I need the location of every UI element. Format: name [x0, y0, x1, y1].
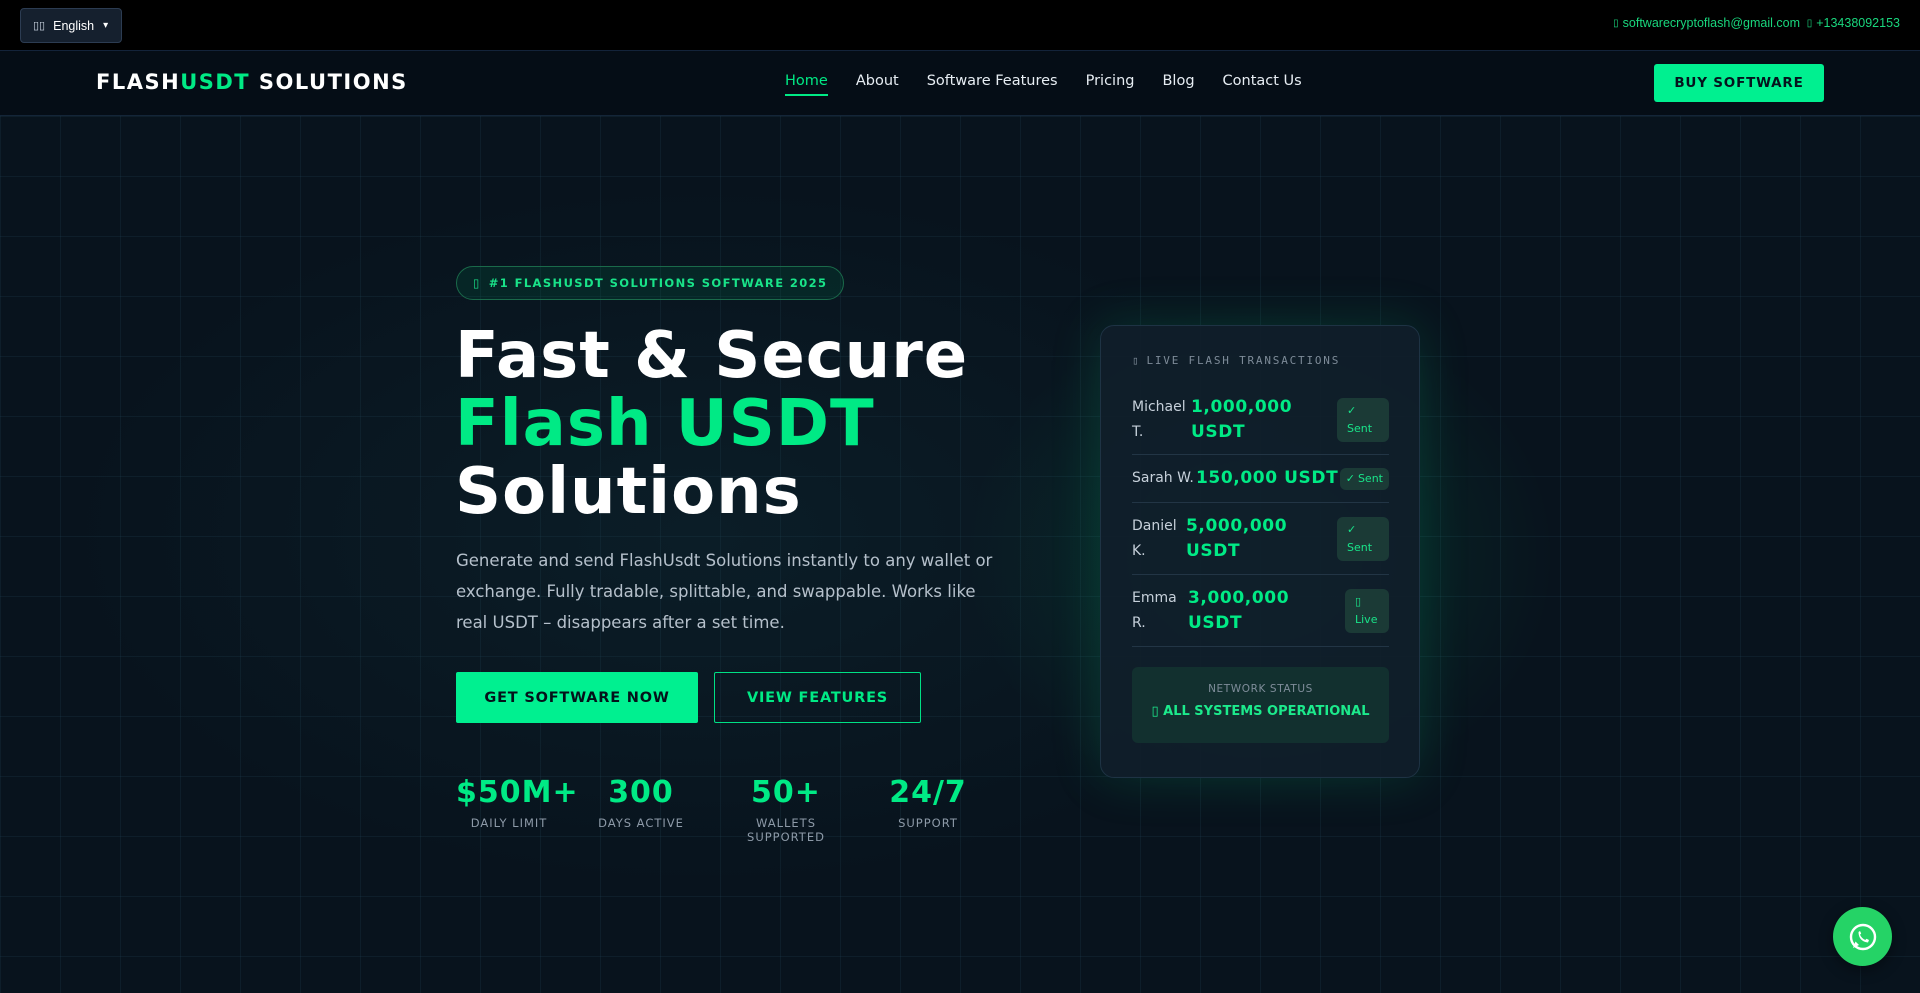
nav-item-software-features[interactable]: Software Features — [927, 73, 1058, 96]
status-text: Sent — [1347, 421, 1373, 435]
status-badge: ▯ Live — [1345, 588, 1389, 633]
stat-value: $50M+ — [456, 775, 579, 810]
phone-text: +13438092153 — [1816, 16, 1900, 30]
check-icon: ✓ — [1345, 471, 1355, 485]
chevron-down-icon: ▾ — [103, 20, 109, 31]
site-logo[interactable]: FLASHUSDT SOLUTIONS — [96, 70, 408, 94]
email-link[interactable]: ▯ softwarecryptoflash@gmail.com — [1613, 16, 1800, 30]
headline-line-2: Flash USDT — [455, 387, 875, 461]
network-status-value: ▯ ALL SYSTEMS OPERATIONAL — [1132, 704, 1389, 719]
stat-value: 300 — [608, 775, 674, 810]
transaction-row: Sarah W. 150,000 USDT ✓ Sent — [1132, 455, 1389, 503]
status-badge: ✓ Sent — [1337, 516, 1389, 561]
stat-label: WALLETS SUPPORTED — [747, 816, 825, 844]
whatsapp-button[interactable] — [1833, 907, 1892, 966]
stat-daily-limit: $50M+ DAILY LIMIT — [456, 775, 579, 830]
clock-icon: ▯ — [1355, 594, 1362, 608]
headline-line-3: Solutions — [455, 455, 802, 529]
status-badge: ✓ Sent — [1337, 397, 1389, 442]
hero-badge: ▯ #1 FLASHUSDT SOLUTIONS SOFTWARE 2025 — [456, 266, 845, 300]
bolt-icon: ▯ — [1132, 354, 1141, 367]
transaction-row: Emma R. 3,000,000 USDT ▯ Live — [1132, 575, 1389, 647]
buy-software-button[interactable]: BUY SOFTWARE — [1654, 64, 1824, 102]
stat-days-active: 300 DAYS ACTIVE — [596, 775, 686, 830]
stat-label: SUPPORT — [898, 816, 958, 830]
stat-value: 24/7 — [889, 775, 967, 810]
tx-amount: 3,000,000 USDT — [1188, 587, 1290, 633]
tx-name: Daniel K. — [1132, 517, 1177, 559]
hero-description: Generate and send FlashUsdt Solutions in… — [456, 551, 993, 632]
stat-wallets-supported: 50+ WALLETS SUPPORTED — [716, 775, 856, 844]
check-icon: ✓ — [1347, 522, 1357, 536]
nav-item-blog[interactable]: Blog — [1162, 73, 1194, 96]
network-status-box: NETWORK STATUS ▯ ALL SYSTEMS OPERATIONAL — [1132, 667, 1389, 743]
language-label: English — [53, 18, 95, 33]
language-selector[interactable]: ▯▯ English ▾ — [20, 8, 122, 43]
headline-line-1: Fast & Secure — [455, 319, 969, 393]
check-icon: ✓ — [1347, 403, 1357, 417]
tx-amount: 1,000,000 USDT — [1191, 396, 1293, 442]
hero-headline: Fast & Secure Flash USDT Solutions — [455, 322, 968, 526]
tx-name: Michael T. — [1132, 398, 1186, 440]
network-status-text: ALL SYSTEMS OPERATIONAL — [1163, 704, 1370, 719]
badge-text: #1 FLASHUSDT SOLUTIONS SOFTWARE 2025 — [488, 276, 828, 290]
email-text: softwarecryptoflash@gmail.com — [1622, 16, 1800, 30]
hero-section: ▯ #1 FLASHUSDT SOLUTIONS SOFTWARE 2025 F… — [0, 116, 1920, 993]
transaction-row: Michael T. 1,000,000 USDT ✓ Sent — [1132, 385, 1389, 455]
top-bar: ▯▯ English ▾ ▯ softwarecryptoflash@gmail… — [0, 0, 1920, 51]
stat-label: DAYS ACTIVE — [598, 816, 684, 830]
nav-menu: Home About Software Features Pricing Blo… — [785, 73, 1330, 96]
tx-amount: 150,000 USDT — [1196, 468, 1339, 488]
flag-icon: ▯▯ — [33, 20, 46, 32]
transaction-row: Daniel K. 5,000,000 USDT ✓ Sent — [1132, 503, 1389, 575]
logo-part-solutions: SOLUTIONS — [250, 70, 408, 94]
logo-part-usdt: USDT — [180, 70, 251, 94]
phone-link[interactable]: ▯ +13438092153 — [1807, 16, 1900, 30]
tx-name: Emma R. — [1132, 589, 1177, 631]
card-title: ▯ LIVE FLASH TRANSACTIONS — [1132, 354, 1389, 367]
network-status-label: NETWORK STATUS — [1208, 683, 1313, 695]
phone-icon: ▯ — [1806, 17, 1813, 29]
status-text: Sent — [1357, 471, 1383, 485]
nav-item-pricing[interactable]: Pricing — [1086, 73, 1135, 96]
stat-label: DAILY LIMIT — [470, 816, 548, 830]
status-badge: ✓ Sent — [1339, 467, 1389, 490]
view-features-button[interactable]: VIEW FEATURES — [714, 672, 921, 723]
nav-item-about[interactable]: About — [856, 73, 899, 96]
logo-part-flash: FLASH — [96, 70, 181, 94]
get-software-button[interactable]: GET SOFTWARE NOW — [456, 672, 698, 723]
status-text: Sent — [1347, 540, 1373, 554]
whatsapp-icon — [1849, 923, 1876, 950]
status-text: Live — [1355, 612, 1378, 626]
nav-item-contact[interactable]: Contact Us — [1223, 73, 1302, 96]
live-transactions-card: ▯ LIVE FLASH TRANSACTIONS Michael T. 1,00… — [1100, 325, 1420, 778]
stat-value: 50+ — [751, 775, 821, 810]
main-navbar: FLASHUSDT SOLUTIONS Home About Software … — [0, 51, 1920, 116]
tx-amount: 5,000,000 USDT — [1186, 515, 1288, 561]
rocket-icon: ▯ — [473, 276, 481, 290]
tx-name: Sarah W. — [1132, 470, 1194, 486]
stat-support: 24/7 SUPPORT — [880, 775, 976, 830]
card-title-text: LIVE FLASH TRANSACTIONS — [1146, 354, 1341, 367]
check-circle-icon: ▯ — [1151, 704, 1164, 719]
email-icon: ▯ — [1613, 17, 1619, 29]
nav-item-home[interactable]: Home — [785, 73, 828, 96]
